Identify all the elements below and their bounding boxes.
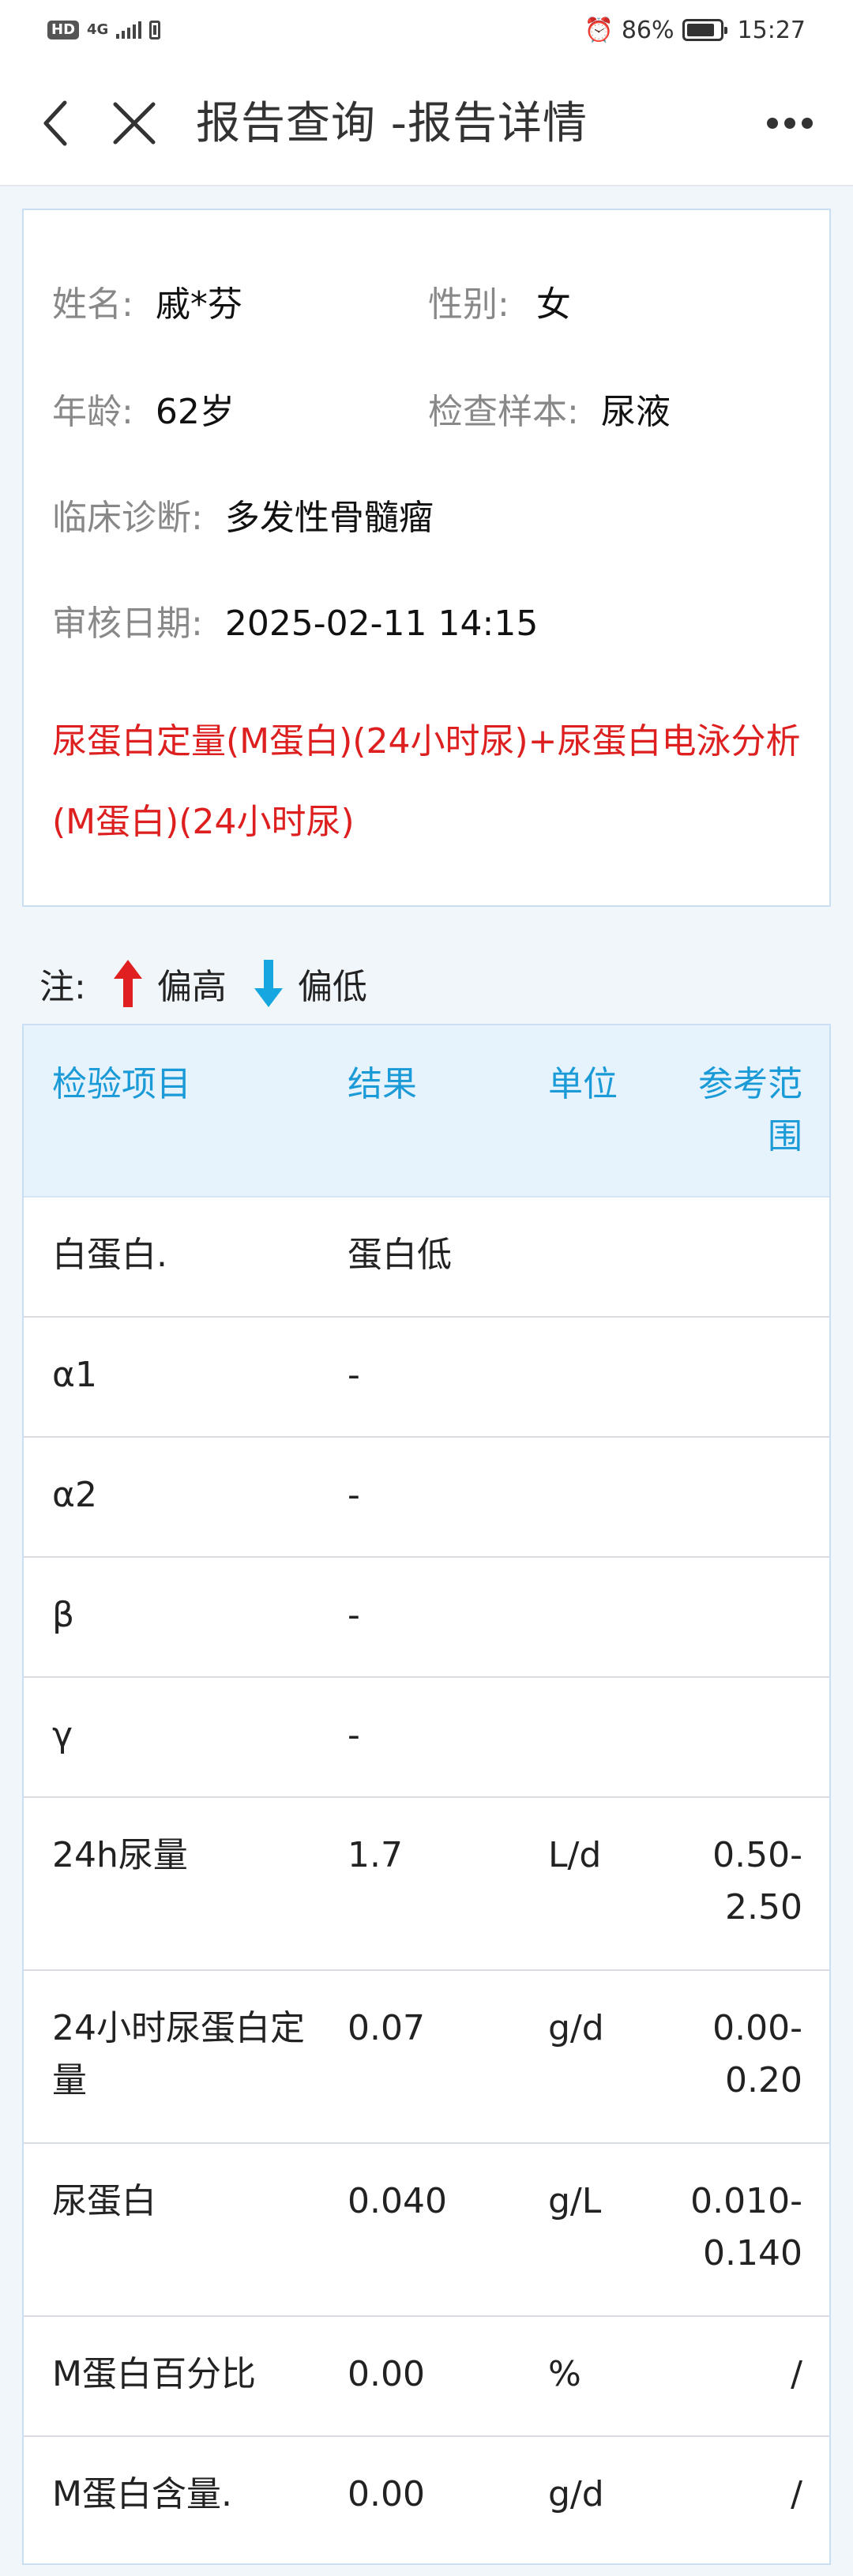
- table-row: γ -: [24, 1678, 829, 1798]
- legend-low-label: 偏低: [297, 967, 367, 1007]
- row-unit: g/d: [548, 2008, 604, 2048]
- signal-icon: [116, 21, 142, 39]
- row-reference: 0.010-0.140: [690, 2181, 802, 2273]
- row-reference: 0.00-0.20: [712, 2008, 802, 2100]
- legend-high-label: 偏高: [156, 967, 227, 1007]
- sample-type: 尿液: [600, 392, 671, 432]
- status-bar: HD 4G ⏰ 86% 15:27: [0, 0, 853, 60]
- table-row: α1 -: [24, 1318, 829, 1438]
- header-result: 结果: [348, 1064, 417, 1104]
- row-item: α2: [52, 1475, 97, 1515]
- legend-note: 注:: [39, 967, 86, 1007]
- header-item: 检验项目: [52, 1064, 191, 1104]
- row-item: γ: [52, 1715, 73, 1755]
- test-name: 尿蛋白定量(M蛋白)(24小时尿)+尿蛋白电泳分析(M蛋白)(24小时尿): [52, 721, 801, 842]
- patient-info-card: 姓名: 戚*芬 性别: 女 年龄: 62岁 检查样本: 尿液 临床诊断: 多发性…: [22, 209, 831, 907]
- gender-label: 性别:: [428, 284, 509, 325]
- row-unit: %: [548, 2354, 581, 2394]
- table-row: M蛋白百分比 0.00 % /: [24, 2317, 829, 2437]
- table-row: 24小时尿蛋白定量 0.07 g/d 0.00-0.20: [24, 1971, 829, 2144]
- hd-icon: HD: [47, 21, 80, 39]
- more-dot-icon: [784, 118, 795, 129]
- alarm-icon: ⏰: [584, 16, 614, 44]
- close-icon: [113, 102, 156, 145]
- gender-row: 性别: 女: [428, 281, 571, 329]
- chevron-left-icon: [43, 100, 67, 146]
- age-row: 年龄: 62岁: [52, 389, 235, 436]
- row-result: -: [348, 1715, 360, 1755]
- table-row: 尿蛋白 0.040 g/L 0.010-0.140: [24, 2144, 829, 2317]
- patient-name: 戚*芬: [155, 284, 242, 325]
- sample-label: 检查样本:: [428, 392, 579, 432]
- network-type: 4G: [87, 21, 109, 38]
- name-label: 姓名:: [52, 284, 133, 325]
- battery-icon: [682, 19, 727, 41]
- close-button[interactable]: [106, 95, 163, 152]
- legend: 注: 偏高 偏低: [39, 956, 367, 1011]
- table-row: M蛋白含量. 0.00 g/d /: [24, 2437, 829, 2563]
- table-row: α2 -: [24, 1438, 829, 1558]
- more-dot-icon: [767, 118, 778, 129]
- table-row: 24h尿量 1.7 L/d 0.50-2.50: [24, 1798, 829, 1971]
- patient-age: 62岁: [155, 392, 235, 432]
- review-date-label: 审核日期:: [52, 604, 203, 644]
- diagnosis-label: 临床诊断:: [52, 498, 203, 538]
- row-item: 24h尿量: [52, 1835, 188, 1875]
- arrow-up-icon: [110, 956, 146, 1011]
- status-bar-left: HD 4G: [47, 21, 161, 39]
- row-item: M蛋白百分比: [52, 2354, 256, 2394]
- row-unit: L/d: [548, 1835, 602, 1875]
- diagnosis-row: 临床诊断: 多发性骨髓瘤: [52, 495, 434, 542]
- back-button[interactable]: [32, 95, 79, 152]
- table-header: 检验项目 结果 单位 参考范围: [24, 1025, 829, 1198]
- nav-bar: 报告查询 -报告详情: [0, 60, 853, 186]
- row-item: M蛋白含量.: [52, 2474, 232, 2514]
- battery-alert-icon: [149, 21, 161, 39]
- table-row: β -: [24, 1558, 829, 1678]
- row-reference: /: [791, 2474, 802, 2514]
- battery-percent: 86%: [621, 16, 675, 44]
- clock: 15:27: [737, 16, 806, 44]
- name-row: 姓名: 戚*芬: [52, 281, 242, 329]
- row-unit: g/d: [548, 2474, 604, 2514]
- row-item: 尿蛋白: [52, 2181, 156, 2221]
- row-item: 白蛋白.: [52, 1235, 167, 1275]
- diagnosis: 多发性骨髓瘤: [224, 498, 434, 538]
- row-result: -: [348, 1475, 360, 1515]
- header-reference: 参考范围: [698, 1064, 802, 1156]
- row-result: 0.00: [348, 2474, 425, 2514]
- review-date-row: 审核日期: 2025-02-11 14:15: [52, 600, 538, 648]
- page-title: 报告查询 -报告详情: [196, 98, 588, 149]
- row-result: 0.00: [348, 2354, 425, 2394]
- row-result: 0.040: [348, 2181, 447, 2221]
- header-unit: 单位: [548, 1064, 618, 1104]
- sample-row: 检查样本: 尿液: [428, 389, 671, 436]
- age-label: 年龄:: [52, 392, 133, 432]
- row-result: 蛋白低: [348, 1235, 452, 1275]
- row-reference: /: [791, 2354, 802, 2394]
- row-unit: g/L: [548, 2181, 602, 2221]
- review-date: 2025-02-11 14:15: [224, 604, 539, 644]
- table-row: 白蛋白. 蛋白低: [24, 1198, 829, 1318]
- results-table: 检验项目 结果 单位 参考范围 白蛋白. 蛋白低 α1 - α2 - β - γ…: [22, 1024, 831, 2565]
- row-result: -: [348, 1595, 360, 1635]
- row-result: -: [348, 1355, 360, 1395]
- patient-gender: 女: [535, 284, 571, 325]
- row-item: β: [52, 1595, 75, 1635]
- arrow-down-icon: [250, 956, 287, 1011]
- row-reference: 0.50-2.50: [712, 1835, 802, 1927]
- row-item: 24小时尿蛋白定量: [52, 2008, 305, 2100]
- status-bar-right: ⏰ 86% 15:27: [584, 17, 806, 44]
- more-button[interactable]: [758, 95, 821, 152]
- more-dot-icon: [802, 118, 813, 129]
- row-item: α1: [52, 1355, 97, 1395]
- row-result: 1.7: [348, 1835, 403, 1875]
- row-result: 0.07: [348, 2008, 425, 2048]
